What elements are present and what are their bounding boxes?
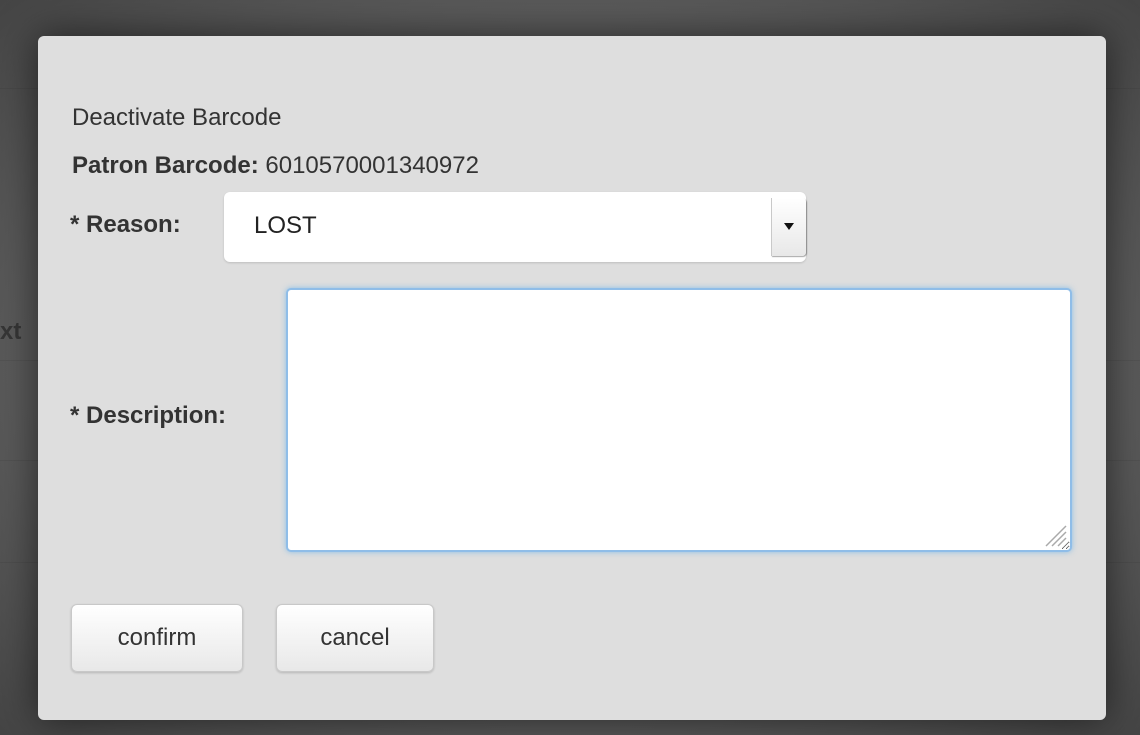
reason-selected-value: LOST [254, 212, 317, 239]
patron-barcode-label: Patron Barcode: [72, 152, 259, 179]
patron-barcode-value: 6010570001340972 [265, 152, 479, 179]
resize-grip-icon[interactable] [1038, 518, 1068, 548]
confirm-button[interactable]: confirm [71, 604, 243, 672]
select-arrow-button[interactable] [771, 198, 806, 256]
dialog-title: Deactivate Barcode [72, 104, 282, 131]
description-label: * Description: [70, 402, 227, 429]
deactivate-barcode-dialog: Deactivate Barcode Patron Barcode: 60105… [38, 36, 1106, 720]
cancel-button[interactable]: cancel [276, 604, 434, 672]
chevron-down-icon [784, 223, 794, 230]
description-textarea[interactable] [286, 288, 1072, 552]
reason-label: * Reason: [70, 211, 181, 238]
patron-barcode-row: Patron Barcode: 6010570001340972 [72, 152, 479, 180]
reason-select[interactable]: LOST [224, 192, 806, 262]
